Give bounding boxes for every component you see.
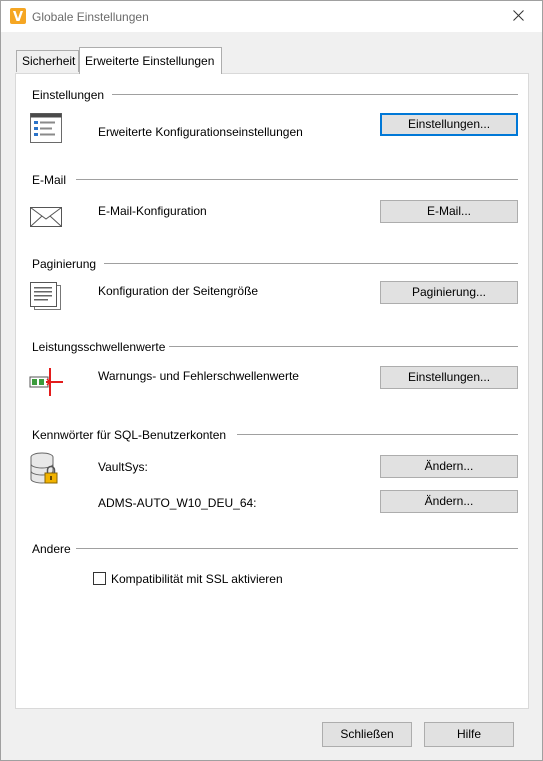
close-icon [513,10,524,21]
thresholds-button[interactable]: Einstellungen... [380,366,518,389]
group-divider [76,548,518,549]
email-description: E-Mail-Konfiguration [98,204,207,218]
group-title-other: Andere [32,542,71,556]
database-lock-icon [30,452,58,484]
close-window-button[interactable] [496,1,542,32]
thresholds-description: Warnungs- und Fehlerschwellenwerte [98,369,299,383]
threshold-icon [29,368,63,396]
sql-account-name: ADMS-AUTO_W10_DEU_64: [98,496,257,510]
tab-security[interactable]: Sicherheit [16,50,79,72]
group-title-thresholds: Leistungsschwellenwerte [32,340,166,354]
document-pages-icon [30,282,61,310]
tab-panel: Einstellungen Erweiterte Konfigurationse… [15,73,529,709]
change-password-button[interactable]: Ändern... [380,490,518,513]
paging-description: Konfiguration der Seitengröße [98,284,259,298]
ssl-compatibility-checkbox[interactable] [93,572,106,585]
title-bar: Globale Einstellungen [1,1,542,32]
close-button[interactable]: Schließen [322,722,412,747]
settings-button[interactable]: Einstellungen... [380,113,518,136]
group-title-paging: Paginierung [32,257,97,271]
ssl-compatibility-label[interactable]: Kompatibilität mit SSL aktivieren [111,572,283,586]
group-title-sql: Kennwörter für SQL-Benutzerkonten [32,428,227,442]
group-divider [169,346,518,347]
email-button[interactable]: E-Mail... [380,200,518,223]
envelope-icon [30,207,62,227]
change-password-button[interactable]: Ändern... [380,455,518,478]
dialog-window: Globale Einstellungen Sicherheit Erweite… [0,0,543,761]
group-title-email: E-Mail [32,173,67,187]
window-title: Globale Einstellungen [32,10,149,24]
group-divider [76,179,518,180]
paging-button[interactable]: Paginierung... [380,281,518,304]
settings-list-icon [30,113,62,143]
tab-advanced-settings[interactable]: Erweiterte Einstellungen [79,47,222,74]
help-button[interactable]: Hilfe [424,722,514,747]
group-title-settings: Einstellungen [32,88,105,102]
group-divider [237,434,518,435]
settings-description: Erweiterte Konfigurationseinstellungen [98,125,303,139]
vault-app-icon [10,8,26,24]
group-divider [104,263,518,264]
group-divider [112,94,518,95]
sql-account-name: VaultSys: [98,460,148,474]
